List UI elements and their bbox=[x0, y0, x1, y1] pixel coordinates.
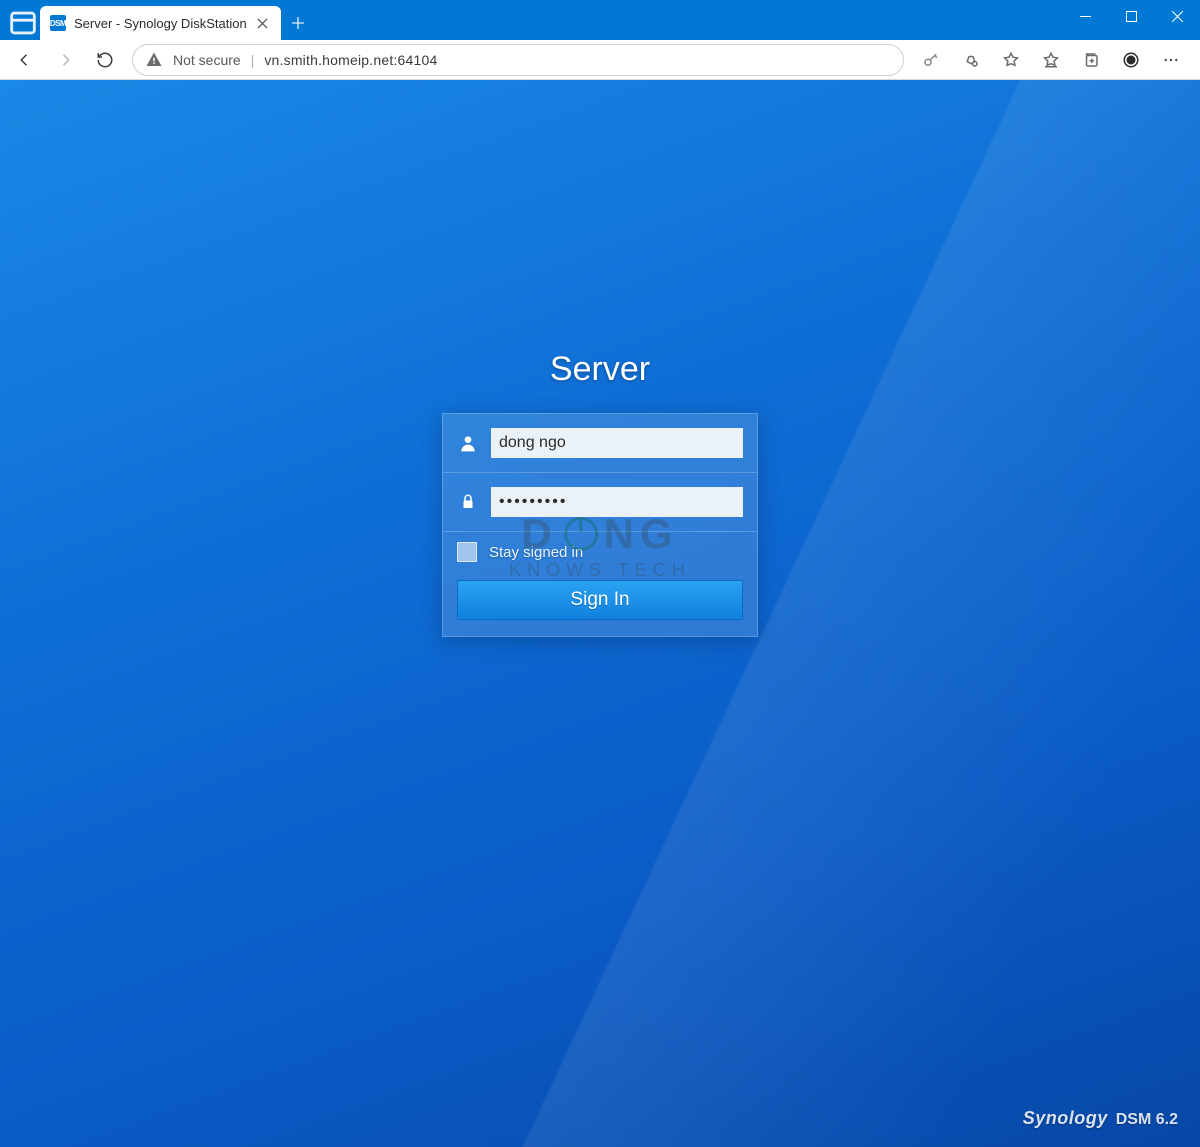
stay-signed-in-label: Stay signed in bbox=[489, 544, 583, 561]
actions-row: Stay signed in Sign In bbox=[443, 532, 757, 636]
brand-footer: Synology DSM 6.2 bbox=[1023, 1108, 1178, 1129]
tracking-prevention-icon[interactable] bbox=[952, 43, 990, 77]
favicon-dsm: DSM bbox=[50, 15, 66, 31]
address-bar[interactable]: Not secure | vn.smith.homeip.net:64104 bbox=[132, 44, 904, 76]
window-maximize-button[interactable] bbox=[1108, 0, 1154, 32]
settings-more-icon[interactable] bbox=[1152, 43, 1190, 77]
window-titlebar: DSM Server - Synology DiskStation bbox=[0, 0, 1200, 40]
password-row bbox=[443, 473, 757, 532]
favorites-star-icon[interactable] bbox=[992, 43, 1030, 77]
new-tab-button[interactable] bbox=[281, 6, 315, 40]
lock-icon bbox=[457, 493, 479, 511]
tab-close-icon[interactable] bbox=[255, 15, 271, 31]
nav-back-button[interactable] bbox=[6, 43, 44, 77]
browser-toolbar: Not secure | vn.smith.homeip.net:64104 bbox=[0, 40, 1200, 80]
checkbox-box[interactable] bbox=[457, 542, 477, 562]
dsm-login-page: Server Stay signed in Sign In bbox=[0, 80, 1200, 1147]
profile-icon[interactable] bbox=[1112, 43, 1150, 77]
window-controls bbox=[1062, 0, 1200, 32]
password-key-icon[interactable] bbox=[912, 43, 950, 77]
window-close-button[interactable] bbox=[1154, 0, 1200, 32]
not-secure-warning-icon bbox=[145, 51, 163, 69]
address-separator: | bbox=[251, 52, 255, 68]
login-panel: Stay signed in Sign In bbox=[442, 413, 758, 637]
brand-vendor: Synology bbox=[1023, 1108, 1108, 1129]
nav-refresh-button[interactable] bbox=[86, 43, 124, 77]
login-title: Server bbox=[442, 350, 758, 389]
address-url: vn.smith.homeip.net:64104 bbox=[264, 52, 437, 68]
user-icon bbox=[457, 433, 479, 453]
username-input[interactable] bbox=[491, 428, 743, 458]
password-input[interactable] bbox=[491, 487, 743, 517]
tab-title: Server - Synology DiskStation bbox=[74, 16, 247, 31]
favorites-list-icon[interactable] bbox=[1032, 43, 1070, 77]
stay-signed-in-checkbox[interactable]: Stay signed in bbox=[457, 542, 743, 562]
tab-strip: DSM Server - Synology DiskStation bbox=[0, 0, 315, 40]
security-label: Not secure bbox=[173, 52, 241, 68]
tab-actions-icon[interactable] bbox=[6, 6, 40, 40]
brand-product: DSM 6.2 bbox=[1116, 1111, 1178, 1129]
username-row bbox=[443, 414, 757, 473]
collections-icon[interactable] bbox=[1072, 43, 1110, 77]
browser-tab-active[interactable]: DSM Server - Synology DiskStation bbox=[40, 6, 281, 40]
sign-in-button[interactable]: Sign In bbox=[457, 580, 743, 620]
login-container: Server Stay signed in Sign In bbox=[442, 350, 758, 637]
nav-forward-button[interactable] bbox=[46, 43, 84, 77]
window-minimize-button[interactable] bbox=[1062, 0, 1108, 32]
